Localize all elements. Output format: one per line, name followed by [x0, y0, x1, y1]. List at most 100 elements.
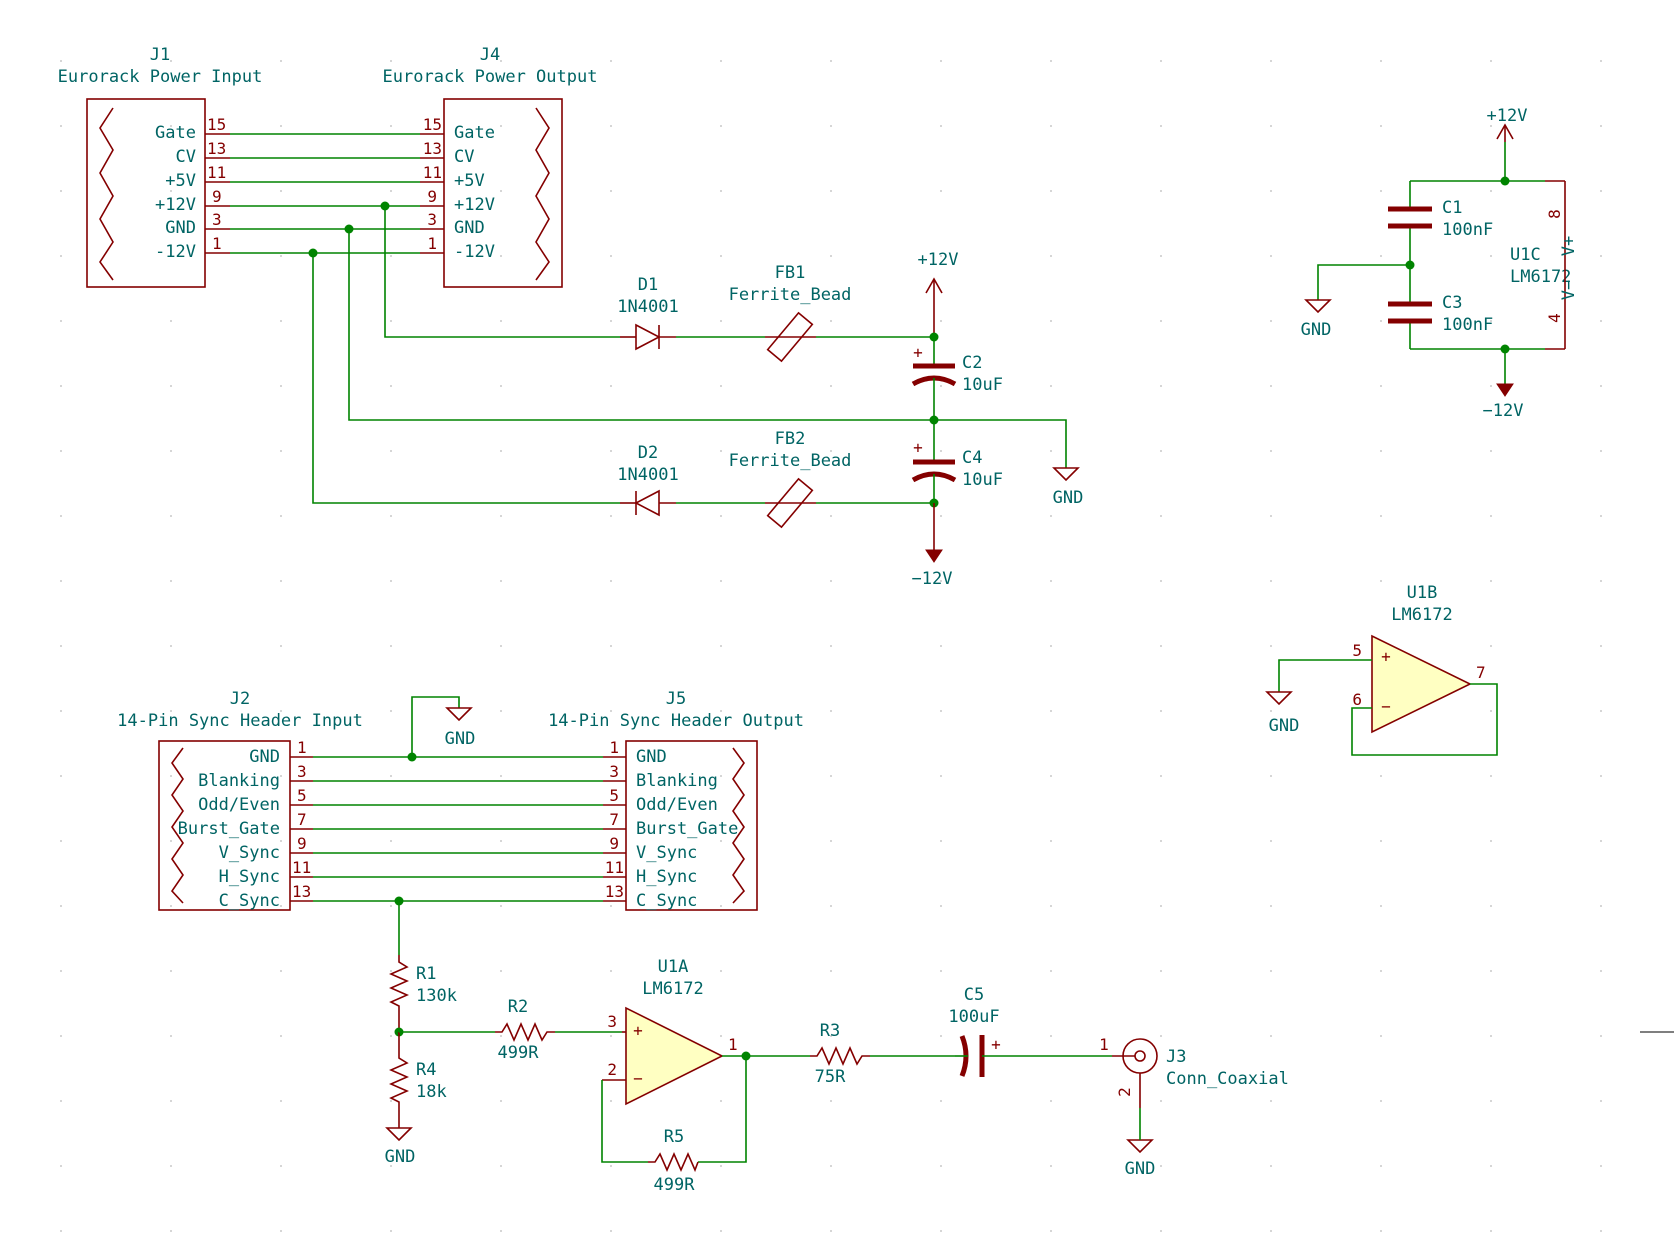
svg-text:1: 1: [1099, 1035, 1109, 1054]
u1c-vplus-label: V+: [1559, 236, 1579, 256]
p12-label-b: +12V: [1487, 106, 1528, 126]
u1c-ref: U1C: [1510, 245, 1541, 265]
j4-value: Eurorack Power Output: [383, 67, 598, 87]
svg-text:Odd/Even: Odd/Even: [636, 795, 718, 815]
d1-ref: D1: [638, 275, 658, 295]
u1a-value: LM6172: [642, 979, 703, 999]
svg-text:C_Sync: C_Sync: [636, 891, 697, 911]
svg-text:C_Sync: C_Sync: [219, 891, 280, 911]
svg-text:5: 5: [609, 786, 619, 805]
svg-text:15: 15: [423, 115, 442, 134]
u1b-ref: U1B: [1407, 583, 1438, 603]
svg-text:13: 13: [207, 139, 226, 158]
c2-ref: C2: [962, 353, 982, 373]
c5-ref: C5: [964, 985, 984, 1005]
svg-text:1: 1: [728, 1035, 738, 1054]
svg-text:+: +: [633, 1021, 643, 1040]
svg-text:+5V: +5V: [165, 171, 196, 191]
svg-text:GND: GND: [249, 747, 280, 767]
j3-value: Conn_Coaxial: [1166, 1069, 1289, 1089]
m12-label-a: −12V: [912, 569, 953, 589]
d2-value: 1N4001: [617, 465, 678, 485]
u1a-ref: U1A: [658, 957, 689, 977]
r1-value: 130k: [416, 986, 457, 1006]
svg-text:-12V: -12V: [155, 242, 196, 262]
svg-text:1: 1: [212, 234, 222, 253]
svg-text:13: 13: [423, 139, 442, 158]
svg-text:GND: GND: [1125, 1159, 1156, 1179]
svg-text:1: 1: [609, 738, 619, 757]
svg-text:+12V: +12V: [454, 195, 495, 215]
u1b-value: LM6172: [1391, 605, 1452, 625]
svg-text:5: 5: [1352, 641, 1362, 660]
u1c-pin8: 8: [1545, 209, 1564, 219]
j5-value: 14-Pin Sync Header Output: [548, 711, 804, 731]
svg-text:−: −: [1381, 697, 1391, 716]
j5-ref: J5: [666, 689, 686, 709]
u1c-vminus-label: V−: [1559, 280, 1579, 300]
r3-ref: R3: [820, 1021, 840, 1041]
c5-value: 100uF: [948, 1007, 999, 1027]
m12-label-b: −12V: [1483, 401, 1524, 421]
svg-text:2: 2: [607, 1060, 617, 1079]
svg-text:3: 3: [212, 210, 222, 229]
j3-ref: J3: [1166, 1047, 1186, 1067]
svg-text:Gate: Gate: [454, 123, 495, 143]
svg-text:+12V: +12V: [155, 195, 196, 215]
fb1-value: Ferrite_Bead: [729, 285, 852, 305]
svg-text:1: 1: [427, 234, 437, 253]
svg-text:H_Sync: H_Sync: [219, 867, 280, 887]
svg-text:H_Sync: H_Sync: [636, 867, 697, 887]
svg-text:GND: GND: [385, 1147, 416, 1167]
c3-value: 100nF: [1442, 315, 1493, 335]
c2-value: 10uF: [962, 375, 1003, 395]
r3-value: 75R: [815, 1067, 846, 1087]
svg-text:6: 6: [1352, 690, 1362, 709]
svg-text:1: 1: [297, 738, 307, 757]
svg-text:+: +: [1381, 647, 1391, 666]
schematic-canvas: J1 Eurorack Power Input Gate CV +5V +12V…: [0, 0, 1674, 1246]
r5-value: 499R: [654, 1175, 696, 1195]
c1-ref: C1: [1442, 198, 1462, 218]
svg-text:V_Sync: V_Sync: [219, 843, 280, 863]
svg-text:Odd/Even: Odd/Even: [198, 795, 280, 815]
svg-text:-12V: -12V: [454, 242, 495, 262]
d1-value: 1N4001: [617, 297, 678, 317]
r4-value: 18k: [416, 1082, 447, 1102]
r5-ref: R5: [664, 1127, 684, 1147]
fb1-ref: FB1: [775, 263, 806, 283]
p12-label-a: +12V: [918, 250, 959, 270]
svg-text:3: 3: [427, 210, 437, 229]
svg-text:GND: GND: [165, 218, 196, 238]
svg-text:5: 5: [297, 786, 307, 805]
svg-text:3: 3: [607, 1012, 617, 1031]
svg-text:V_Sync: V_Sync: [636, 843, 697, 863]
c4-ref: C4: [962, 448, 982, 468]
svg-text:15: 15: [207, 115, 226, 134]
fb2-value: Ferrite_Bead: [729, 451, 852, 471]
svg-text:Blanking: Blanking: [636, 771, 718, 791]
junction-u1a-out: [741, 1051, 751, 1061]
j4-ref: J4: [480, 45, 500, 65]
j1-ref: J1: [150, 45, 170, 65]
c2-plus: +: [913, 343, 923, 362]
r1-ref: R1: [416, 964, 436, 984]
svg-text:GND: GND: [454, 218, 485, 238]
svg-text:GND: GND: [445, 729, 476, 749]
gnd-label: GND: [1053, 488, 1084, 508]
svg-text:CV: CV: [176, 147, 196, 167]
svg-text:7: 7: [609, 810, 619, 829]
svg-text:GND: GND: [1269, 716, 1300, 736]
c5-plus: +: [991, 1035, 1001, 1054]
svg-text:Burst_Gate: Burst_Gate: [636, 819, 738, 839]
svg-text:−: −: [633, 1069, 643, 1088]
r2-ref: R2: [508, 997, 528, 1017]
svg-text:2: 2: [1115, 1087, 1134, 1097]
svg-text:Gate: Gate: [155, 123, 196, 143]
svg-text:11: 11: [207, 163, 226, 182]
u1c-pin4: 4: [1545, 313, 1564, 323]
svg-text:+5V: +5V: [454, 171, 485, 191]
svg-text:9: 9: [427, 187, 437, 206]
j2-ref: J2: [230, 689, 250, 709]
r2-value: 499R: [498, 1043, 540, 1063]
